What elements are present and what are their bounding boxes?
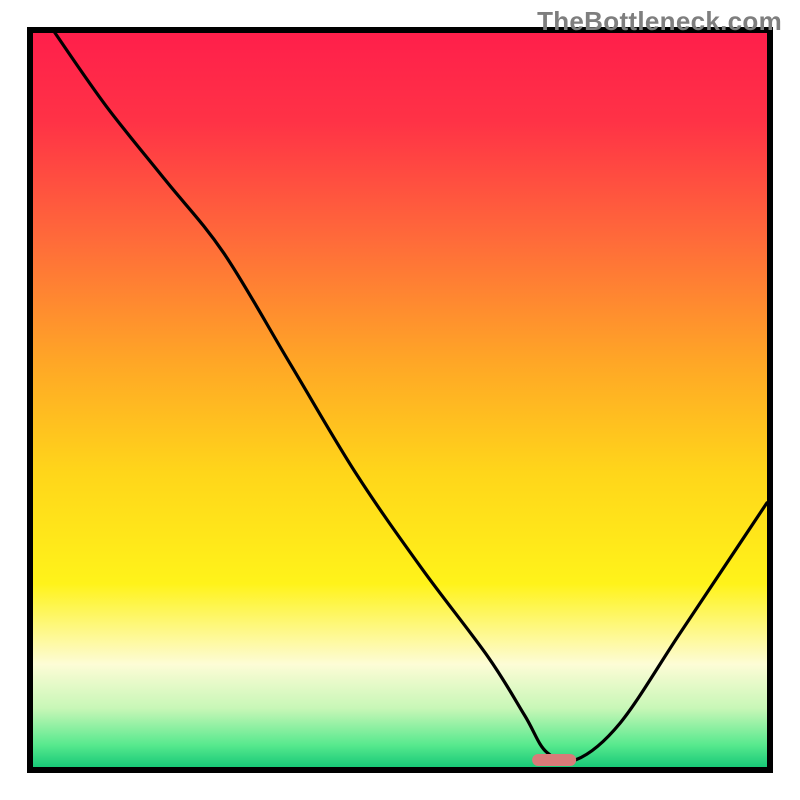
chart-container: TheBottleneck.com (0, 0, 800, 800)
watermark-text: TheBottleneck.com (537, 6, 782, 37)
plot-background (33, 33, 767, 767)
bottleneck-chart (0, 0, 800, 800)
optimum-marker (532, 754, 576, 766)
